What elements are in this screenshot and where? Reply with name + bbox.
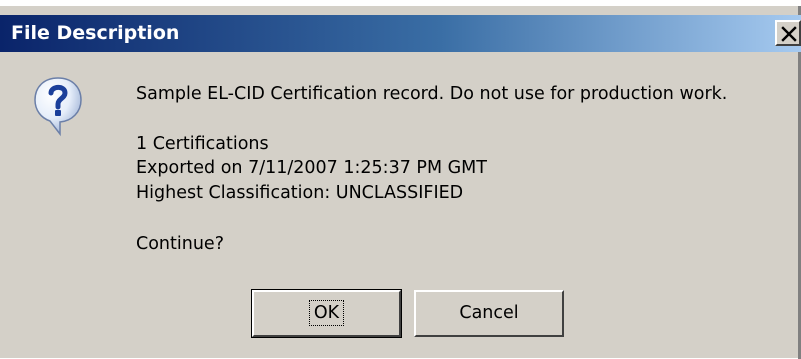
message-line-3: Exported on 7/11/2007 1:25:37 PM GMT xyxy=(136,158,487,178)
ok-button[interactable]: OK xyxy=(251,289,402,338)
close-button[interactable] xyxy=(775,20,801,46)
message-line-2: 1 Certifications xyxy=(136,134,269,154)
message-line-5: Continue? xyxy=(136,234,224,254)
window-title: File Description xyxy=(11,22,180,44)
close-icon xyxy=(781,26,797,42)
question-icon xyxy=(33,75,83,137)
cancel-button-label: Cancel xyxy=(459,303,519,323)
title-bar[interactable]: File Description xyxy=(0,15,801,52)
message-line-1: Sample EL-CID Certification record. Do n… xyxy=(136,84,728,104)
message-line-4: Highest Classification: UNCLASSIFIED xyxy=(136,183,464,203)
cancel-button[interactable]: Cancel xyxy=(414,290,564,337)
ok-button-label: OK xyxy=(308,300,345,326)
